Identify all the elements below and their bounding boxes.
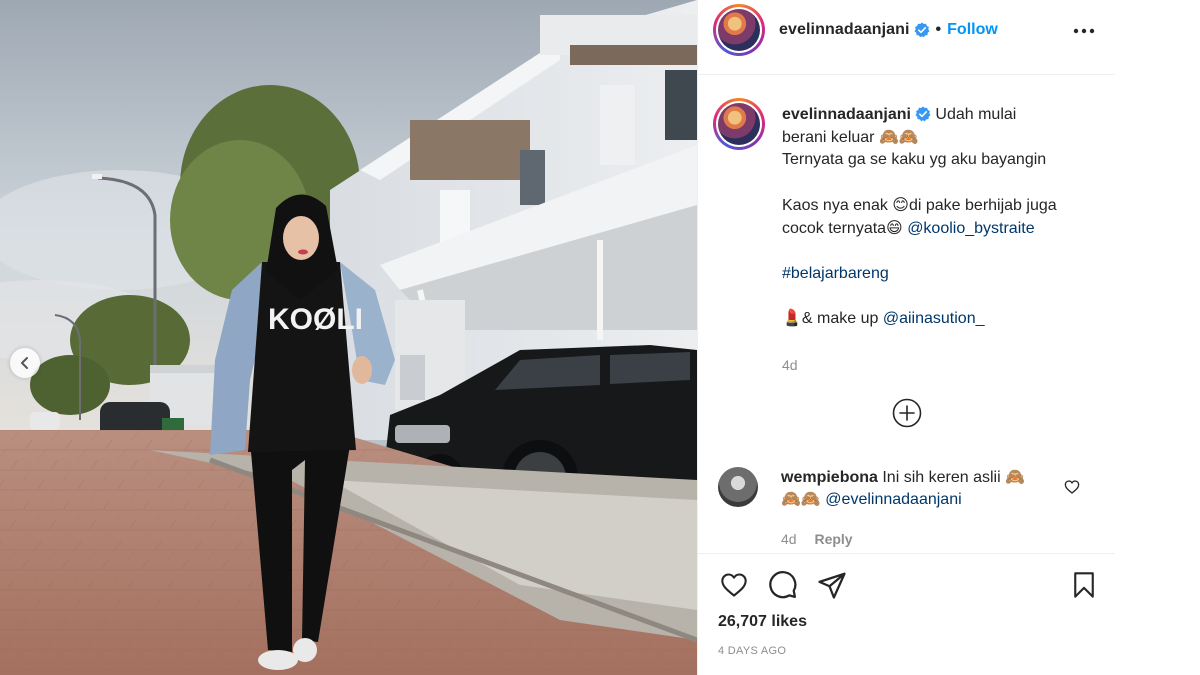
caption-text: evelinnadaanjani Udah mulai berani kelua… [782, 104, 1102, 377]
load-more-comments-button[interactable] [891, 397, 923, 429]
caption-mention-koolio[interactable]: @koolio_bystraite [907, 220, 1034, 237]
heart-icon [1064, 480, 1080, 494]
bookmark-icon [1074, 572, 1094, 598]
author-avatar[interactable] [713, 4, 765, 56]
comment-button[interactable] [767, 569, 799, 601]
comment-text: wempiebona Ini sih keren aslii 🙈 🙈🙈 @eve… [781, 467, 1051, 511]
comment-timestamp[interactable]: 4d [781, 531, 797, 547]
more-options-icon [1073, 28, 1095, 34]
caption-line-6: cocok ternyata😄 [782, 219, 903, 237]
post-actions: 26,707 likes 4 DAYS AGO [698, 553, 1116, 675]
caption-line-3: Ternyata ga se kaku yg aku bayangin [782, 151, 1047, 169]
comment-reply-button[interactable]: Reply [814, 531, 852, 547]
verified-badge-icon [915, 106, 931, 122]
caption-makeup-prefix: 💄& make up [782, 310, 879, 328]
follow-button[interactable]: Follow [947, 21, 998, 39]
post-side-panel: evelinnadaanjani • Follow evelinnadaanja… [697, 0, 1116, 675]
caption-avatar[interactable] [713, 98, 765, 150]
author-username[interactable]: evelinnadaanjani [779, 21, 910, 39]
verified-badge-icon [914, 22, 930, 38]
like-button[interactable] [718, 569, 750, 601]
more-options-button[interactable] [1070, 20, 1098, 42]
post-header: evelinnadaanjani • Follow [698, 0, 1116, 75]
heart-icon [721, 573, 747, 597]
carousel-prev-button[interactable] [10, 348, 40, 378]
commenter-avatar[interactable] [718, 467, 758, 507]
caption-timestamp[interactable]: 4d [782, 357, 798, 373]
caption-line-5: Kaos nya enak 😊di pake berhijab juga [782, 196, 1057, 214]
post-date: 4 DAYS AGO [718, 645, 787, 657]
shirt-print: KOØLI [268, 303, 363, 336]
caption-hashtag[interactable]: #belajarbareng [782, 265, 889, 282]
share-button[interactable] [816, 569, 848, 601]
page-background-right [1115, 0, 1200, 675]
save-button[interactable] [1068, 569, 1100, 601]
comment-text-line1: Ini sih keren aslii 🙈 [882, 469, 1025, 486]
separator-dot: • [935, 21, 942, 38]
post-photo[interactable]: KOØLI [0, 0, 697, 675]
share-icon [818, 572, 846, 599]
likes-count[interactable]: 26,707 likes [718, 613, 807, 631]
comment-emoji: 🙈🙈 [781, 491, 821, 508]
photo-scene: KOØLI [0, 0, 697, 675]
commenter-username[interactable]: wempiebona [781, 469, 878, 486]
caption-line-1: Udah mulai [935, 106, 1017, 123]
comment-meta: 4d Reply [781, 531, 853, 547]
chevron-left-icon [21, 357, 28, 369]
comment-like-button[interactable] [1064, 479, 1082, 497]
comment-icon [769, 571, 797, 599]
caption-mention-makeup[interactable]: @aiinasution_ [883, 310, 985, 327]
caption-username[interactable]: evelinnadaanjani [782, 106, 911, 123]
caption-line-2: berani keluar 🙈🙈 [782, 128, 919, 146]
comment-mention[interactable]: @evelinnadaanjani [825, 491, 961, 508]
plus-circle-icon [892, 398, 922, 428]
